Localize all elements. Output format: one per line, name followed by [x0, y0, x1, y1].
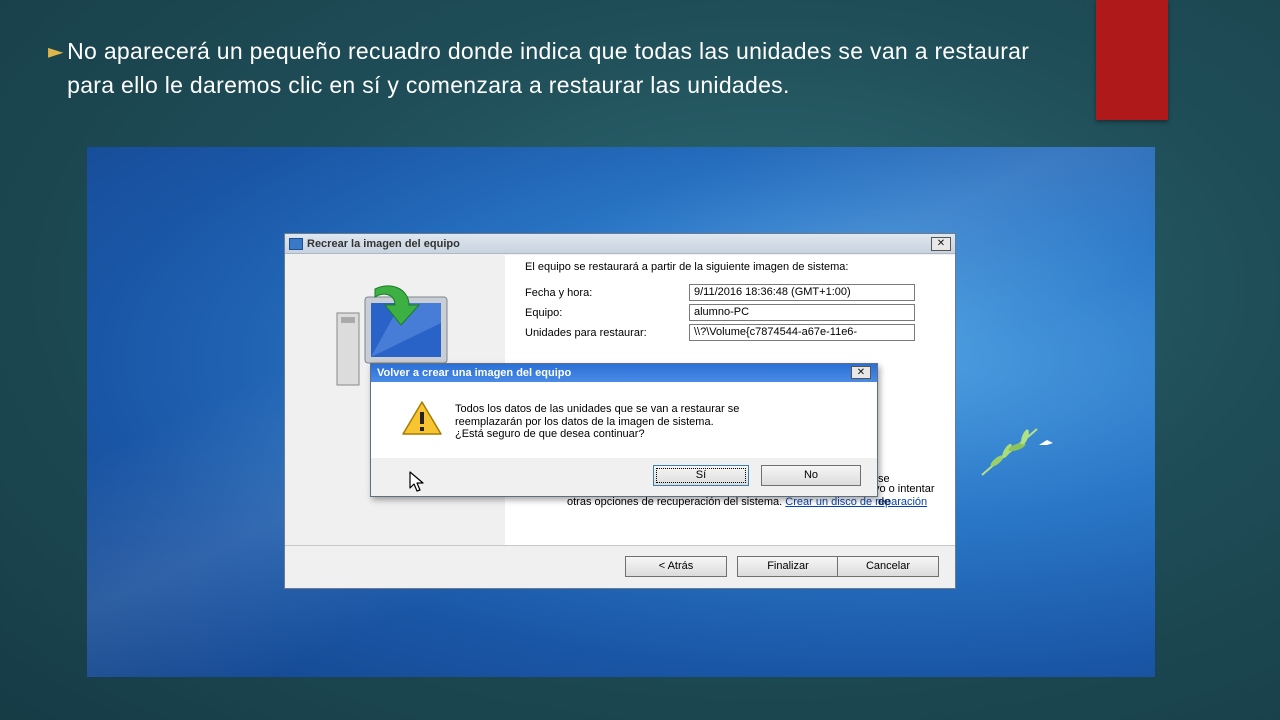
- dialog-message: Todos los datos de las unidades que se v…: [455, 403, 855, 441]
- field-row-computer: Equipo: alumno-PC: [525, 304, 925, 324]
- back-button[interactable]: < Atrás: [625, 556, 727, 577]
- bird-branch-icon: [981, 428, 1053, 476]
- wizard-footer: < Atrás Finalizar Cancelar: [285, 545, 955, 588]
- field-label: Equipo:: [525, 307, 563, 319]
- create-repair-disc-link[interactable]: Crear un disco de reparación: [785, 496, 927, 508]
- slide-bullet: ► No aparecerá un pequeño recuadro donde…: [48, 34, 1078, 102]
- slide-text: No aparecerá un pequeño recuadro donde i…: [67, 38, 1030, 98]
- app-icon: [289, 237, 303, 250]
- dialog-titlebar[interactable]: Volver a crear una imagen del equipo: [371, 364, 877, 382]
- dialog-message-line: reemplazarán por los datos de la imagen …: [455, 415, 714, 428]
- dialog-message-line: ¿Está seguro de que desea continuar?: [455, 428, 645, 440]
- no-button[interactable]: No: [761, 465, 861, 486]
- field-label: Fecha y hora:: [525, 287, 593, 299]
- drives-field: \\?\Volume{c7874544-a67e-11e6-: [689, 324, 915, 341]
- wizard-close-button[interactable]: ✕: [931, 237, 951, 251]
- dialog-close-button[interactable]: ✕: [851, 366, 871, 379]
- wizard-intro: El equipo se restaurará a partir de la s…: [525, 261, 849, 273]
- wizard-titlebar[interactable]: Recrear la imagen del equipo: [285, 234, 955, 254]
- field-row-date: Fecha y hora: 9/11/2016 18:36:48 (GMT+1:…: [525, 284, 925, 304]
- mouse-cursor-icon: [409, 471, 424, 492]
- wizard-title: Recrear la imagen del equipo: [307, 237, 460, 250]
- warning-icon: [402, 401, 442, 435]
- dialog-title: Volver a crear una imagen del equipo: [377, 367, 572, 379]
- field-label: Unidades para restaurar:: [525, 327, 647, 339]
- date-time-field: 9/11/2016 18:36:48 (GMT+1:00): [689, 284, 915, 301]
- image-details: El equipo se restaurará a partir de la s…: [525, 261, 925, 344]
- desktop-screenshot: Recrear la imagen del equipo ✕ El equipo…: [87, 147, 1155, 677]
- slide-accent-tab: [1096, 0, 1168, 120]
- confirm-dialog: Volver a crear una imagen del equipo ✕ T…: [370, 363, 878, 497]
- field-row-drives: Unidades para restaurar: \\?\Volume{c787…: [525, 324, 925, 344]
- finish-button[interactable]: Finalizar: [737, 556, 839, 577]
- dialog-message-line: Todos los datos de las unidades que se v…: [455, 403, 740, 415]
- cancel-button[interactable]: Cancelar: [837, 556, 939, 577]
- yes-button[interactable]: Sí: [653, 465, 749, 486]
- computer-field: alumno-PC: [689, 304, 915, 321]
- bullet-arrow-icon: ►: [48, 39, 64, 63]
